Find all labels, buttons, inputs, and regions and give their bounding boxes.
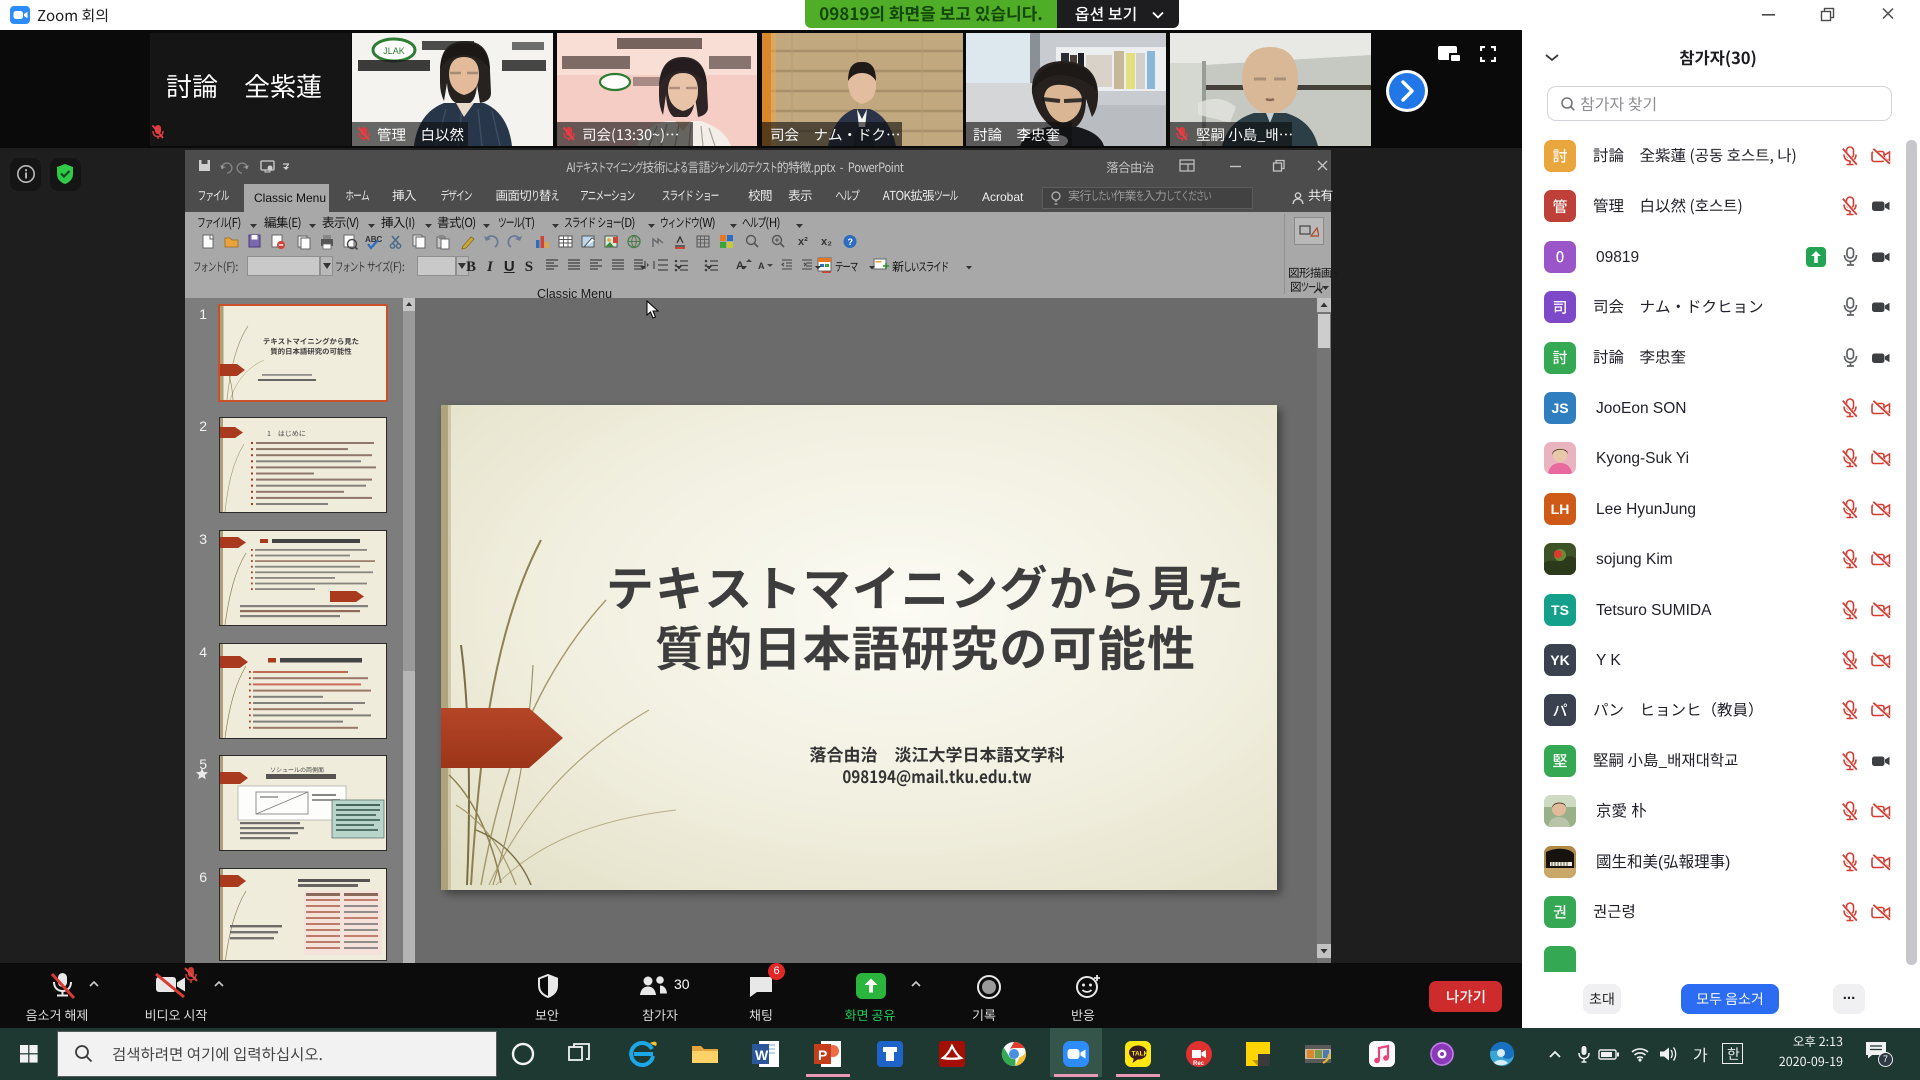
svg-text:ABC: ABC — [365, 235, 383, 244]
svg-text:P: P — [818, 1047, 827, 1063]
svg-text:x₂: x₂ — [821, 236, 832, 248]
svg-text:JLAK: JLAK — [383, 46, 405, 56]
svg-text:W: W — [755, 1047, 769, 1063]
svg-text:TALK: TALK — [1132, 1051, 1149, 1058]
svg-text:?: ? — [848, 237, 854, 247]
svg-text:x²: x² — [798, 236, 808, 248]
svg-text:Rec: Rec — [1193, 1061, 1205, 1067]
